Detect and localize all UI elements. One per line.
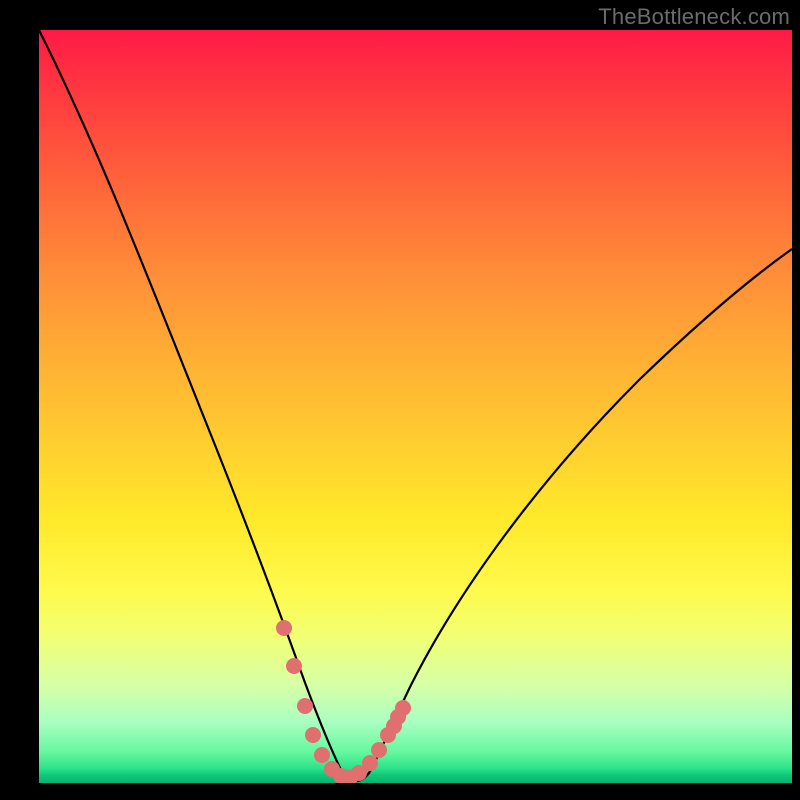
- watermark-text: TheBottleneck.com: [598, 4, 790, 30]
- chart-stage: TheBottleneck.com: [0, 0, 800, 800]
- plot-gradient-background: [39, 30, 792, 783]
